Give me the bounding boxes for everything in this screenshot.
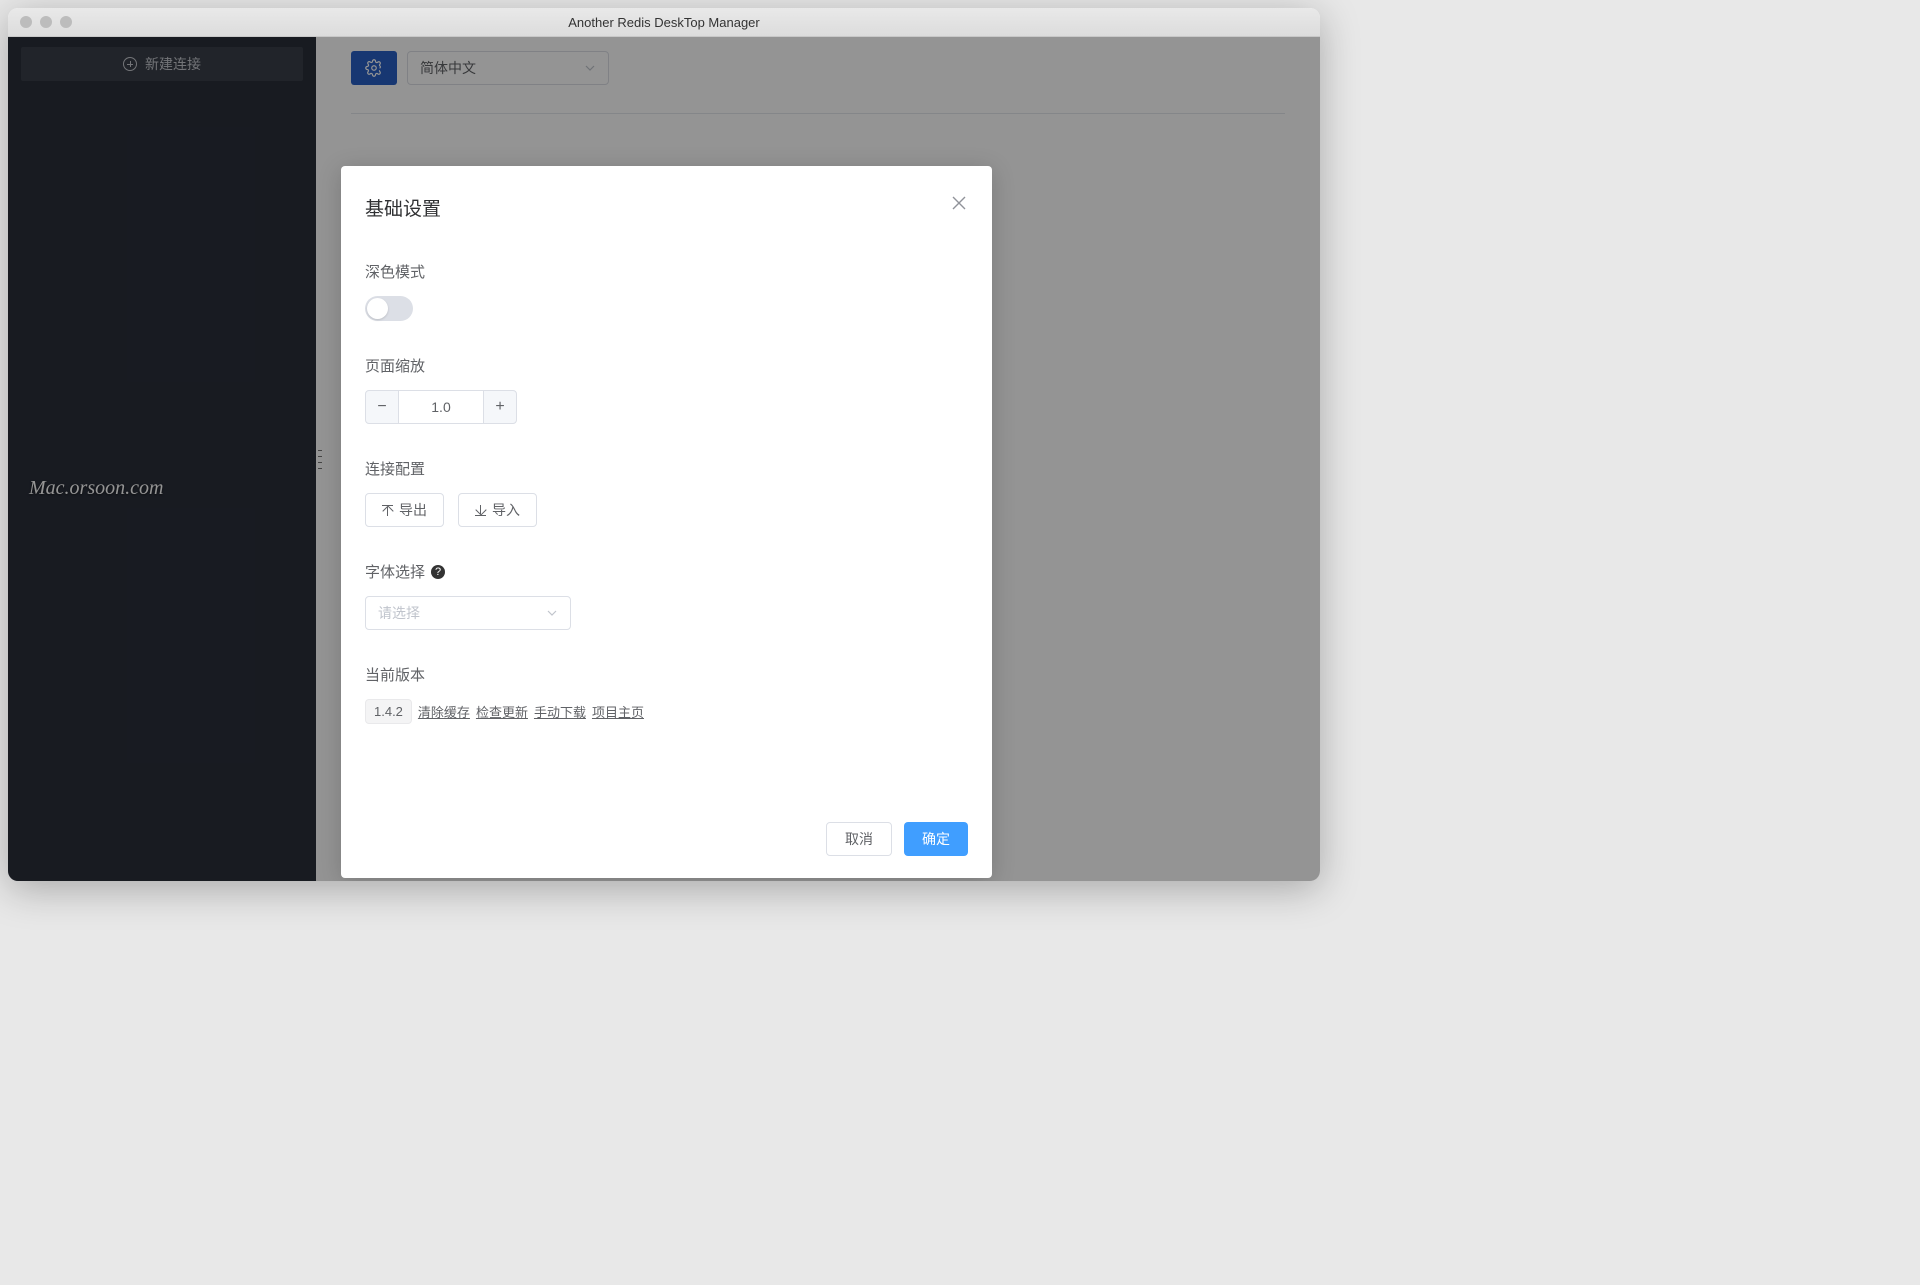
help-icon[interactable]: ? (431, 565, 445, 579)
chevron-down-icon (546, 607, 558, 619)
zoom-label: 页面缩放 (365, 355, 968, 376)
version-label: 当前版本 (365, 664, 968, 685)
clear-cache-link[interactable]: 清除缓存 (418, 702, 470, 721)
export-button[interactable]: 导出 (365, 493, 444, 527)
dark-mode-label: 深色模式 (365, 261, 968, 282)
connection-config-label: 连接配置 (365, 458, 968, 479)
zoom-input[interactable] (399, 390, 483, 424)
app-window: Another Redis DeskTop Manager 新建连接 简体中文 (8, 8, 1320, 881)
font-label: 字体选择 ? (365, 561, 968, 582)
titlebar: Another Redis DeskTop Manager (8, 8, 1320, 37)
connection-config-section: 连接配置 导出 导入 (365, 458, 968, 527)
window-title: Another Redis DeskTop Manager (8, 15, 1320, 30)
upload-icon (382, 505, 393, 516)
settings-dialog: 基础设置 深色模式 页面缩放 − + 连接配置 (341, 166, 992, 878)
font-placeholder: 请选择 (378, 603, 420, 623)
project-home-link[interactable]: 项目主页 (592, 702, 644, 721)
dialog-title: 基础设置 (365, 194, 441, 221)
zoom-section: 页面缩放 − + (365, 355, 968, 424)
check-update-link[interactable]: 检查更新 (476, 702, 528, 721)
dark-mode-toggle[interactable] (365, 296, 413, 321)
export-label: 导出 (399, 500, 427, 520)
manual-download-link[interactable]: 手动下载 (534, 702, 586, 721)
zoom-stepper: − + (365, 390, 968, 424)
cancel-button[interactable]: 取消 (826, 822, 892, 856)
dark-mode-section: 深色模式 (365, 261, 968, 321)
version-tag: 1.4.2 (365, 699, 412, 724)
ok-button[interactable]: 确定 (904, 822, 968, 856)
import-label: 导入 (492, 500, 520, 520)
minimize-window-icon[interactable] (40, 16, 52, 28)
font-select[interactable]: 请选择 (365, 596, 571, 630)
zoom-increase-button[interactable]: + (483, 390, 517, 424)
close-window-icon[interactable] (20, 16, 32, 28)
font-section: 字体选择 ? 请选择 (365, 561, 968, 630)
zoom-window-icon[interactable] (60, 16, 72, 28)
window-controls (20, 16, 72, 28)
close-icon[interactable] (950, 194, 968, 212)
import-button[interactable]: 导入 (458, 493, 537, 527)
version-section: 当前版本 1.4.2 清除缓存 检查更新 手动下载 项目主页 (365, 664, 968, 724)
zoom-decrease-button[interactable]: − (365, 390, 399, 424)
download-icon (475, 505, 486, 516)
